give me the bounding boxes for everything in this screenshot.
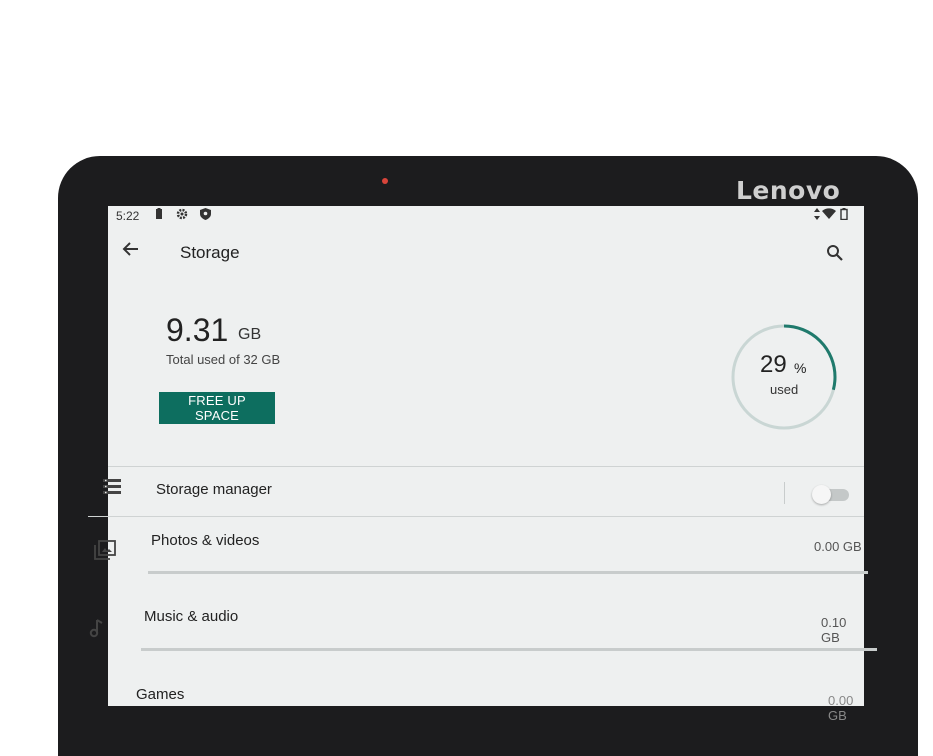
screen: 5:22 Storage 9.31 GB Total used of 32 GB… — [88, 206, 877, 723]
category-label-photos[interactable]: Photos & videos — [151, 532, 259, 549]
divider — [108, 466, 864, 467]
category-bar-photos — [148, 571, 868, 574]
category-value-music: 0.10 GB — [821, 615, 847, 645]
status-time: 5:22 — [116, 209, 140, 223]
divider — [88, 516, 864, 517]
usage-percent-label: used — [770, 382, 799, 397]
storage-manager-label: Storage manager — [156, 481, 272, 498]
shield-icon — [200, 208, 211, 223]
toggle-separator — [784, 482, 785, 504]
wifi-icon — [822, 208, 836, 223]
battery-saver-icon — [154, 208, 164, 223]
usage-percent-symbol: % — [794, 360, 807, 376]
category-value-games: 0.00 GB — [828, 693, 854, 723]
total-used-text: Total used of 32 GB — [166, 352, 281, 367]
data-arrows-icon — [814, 208, 820, 223]
status-bar: 5:22 — [108, 206, 864, 228]
free-up-space-button[interactable]: FREE UP SPACE — [159, 392, 275, 424]
photo-library-icon — [94, 540, 116, 565]
category-label-music[interactable]: Music & audio — [144, 608, 238, 625]
used-storage-value: 9.31 — [166, 312, 229, 348]
page-title: Storage — [180, 243, 240, 262]
battery-icon — [840, 208, 848, 223]
front-camera — [382, 178, 388, 184]
usage-percent-value: 29 — [760, 351, 787, 378]
used-storage-unit: GB — [238, 326, 262, 343]
category-bar-music — [141, 648, 877, 651]
storage-manager-toggle-thumb[interactable] — [812, 485, 831, 504]
storage-manager-icon — [102, 478, 122, 501]
brand-logo: Lenovo — [736, 176, 841, 205]
search-icon[interactable] — [826, 244, 844, 267]
category-value-photos: 0.00 GB — [814, 539, 862, 554]
back-arrow-icon[interactable] — [122, 240, 140, 263]
category-label-games[interactable]: Games — [136, 686, 184, 703]
settings-gear-icon — [176, 208, 188, 223]
music-note-icon — [88, 618, 104, 643]
